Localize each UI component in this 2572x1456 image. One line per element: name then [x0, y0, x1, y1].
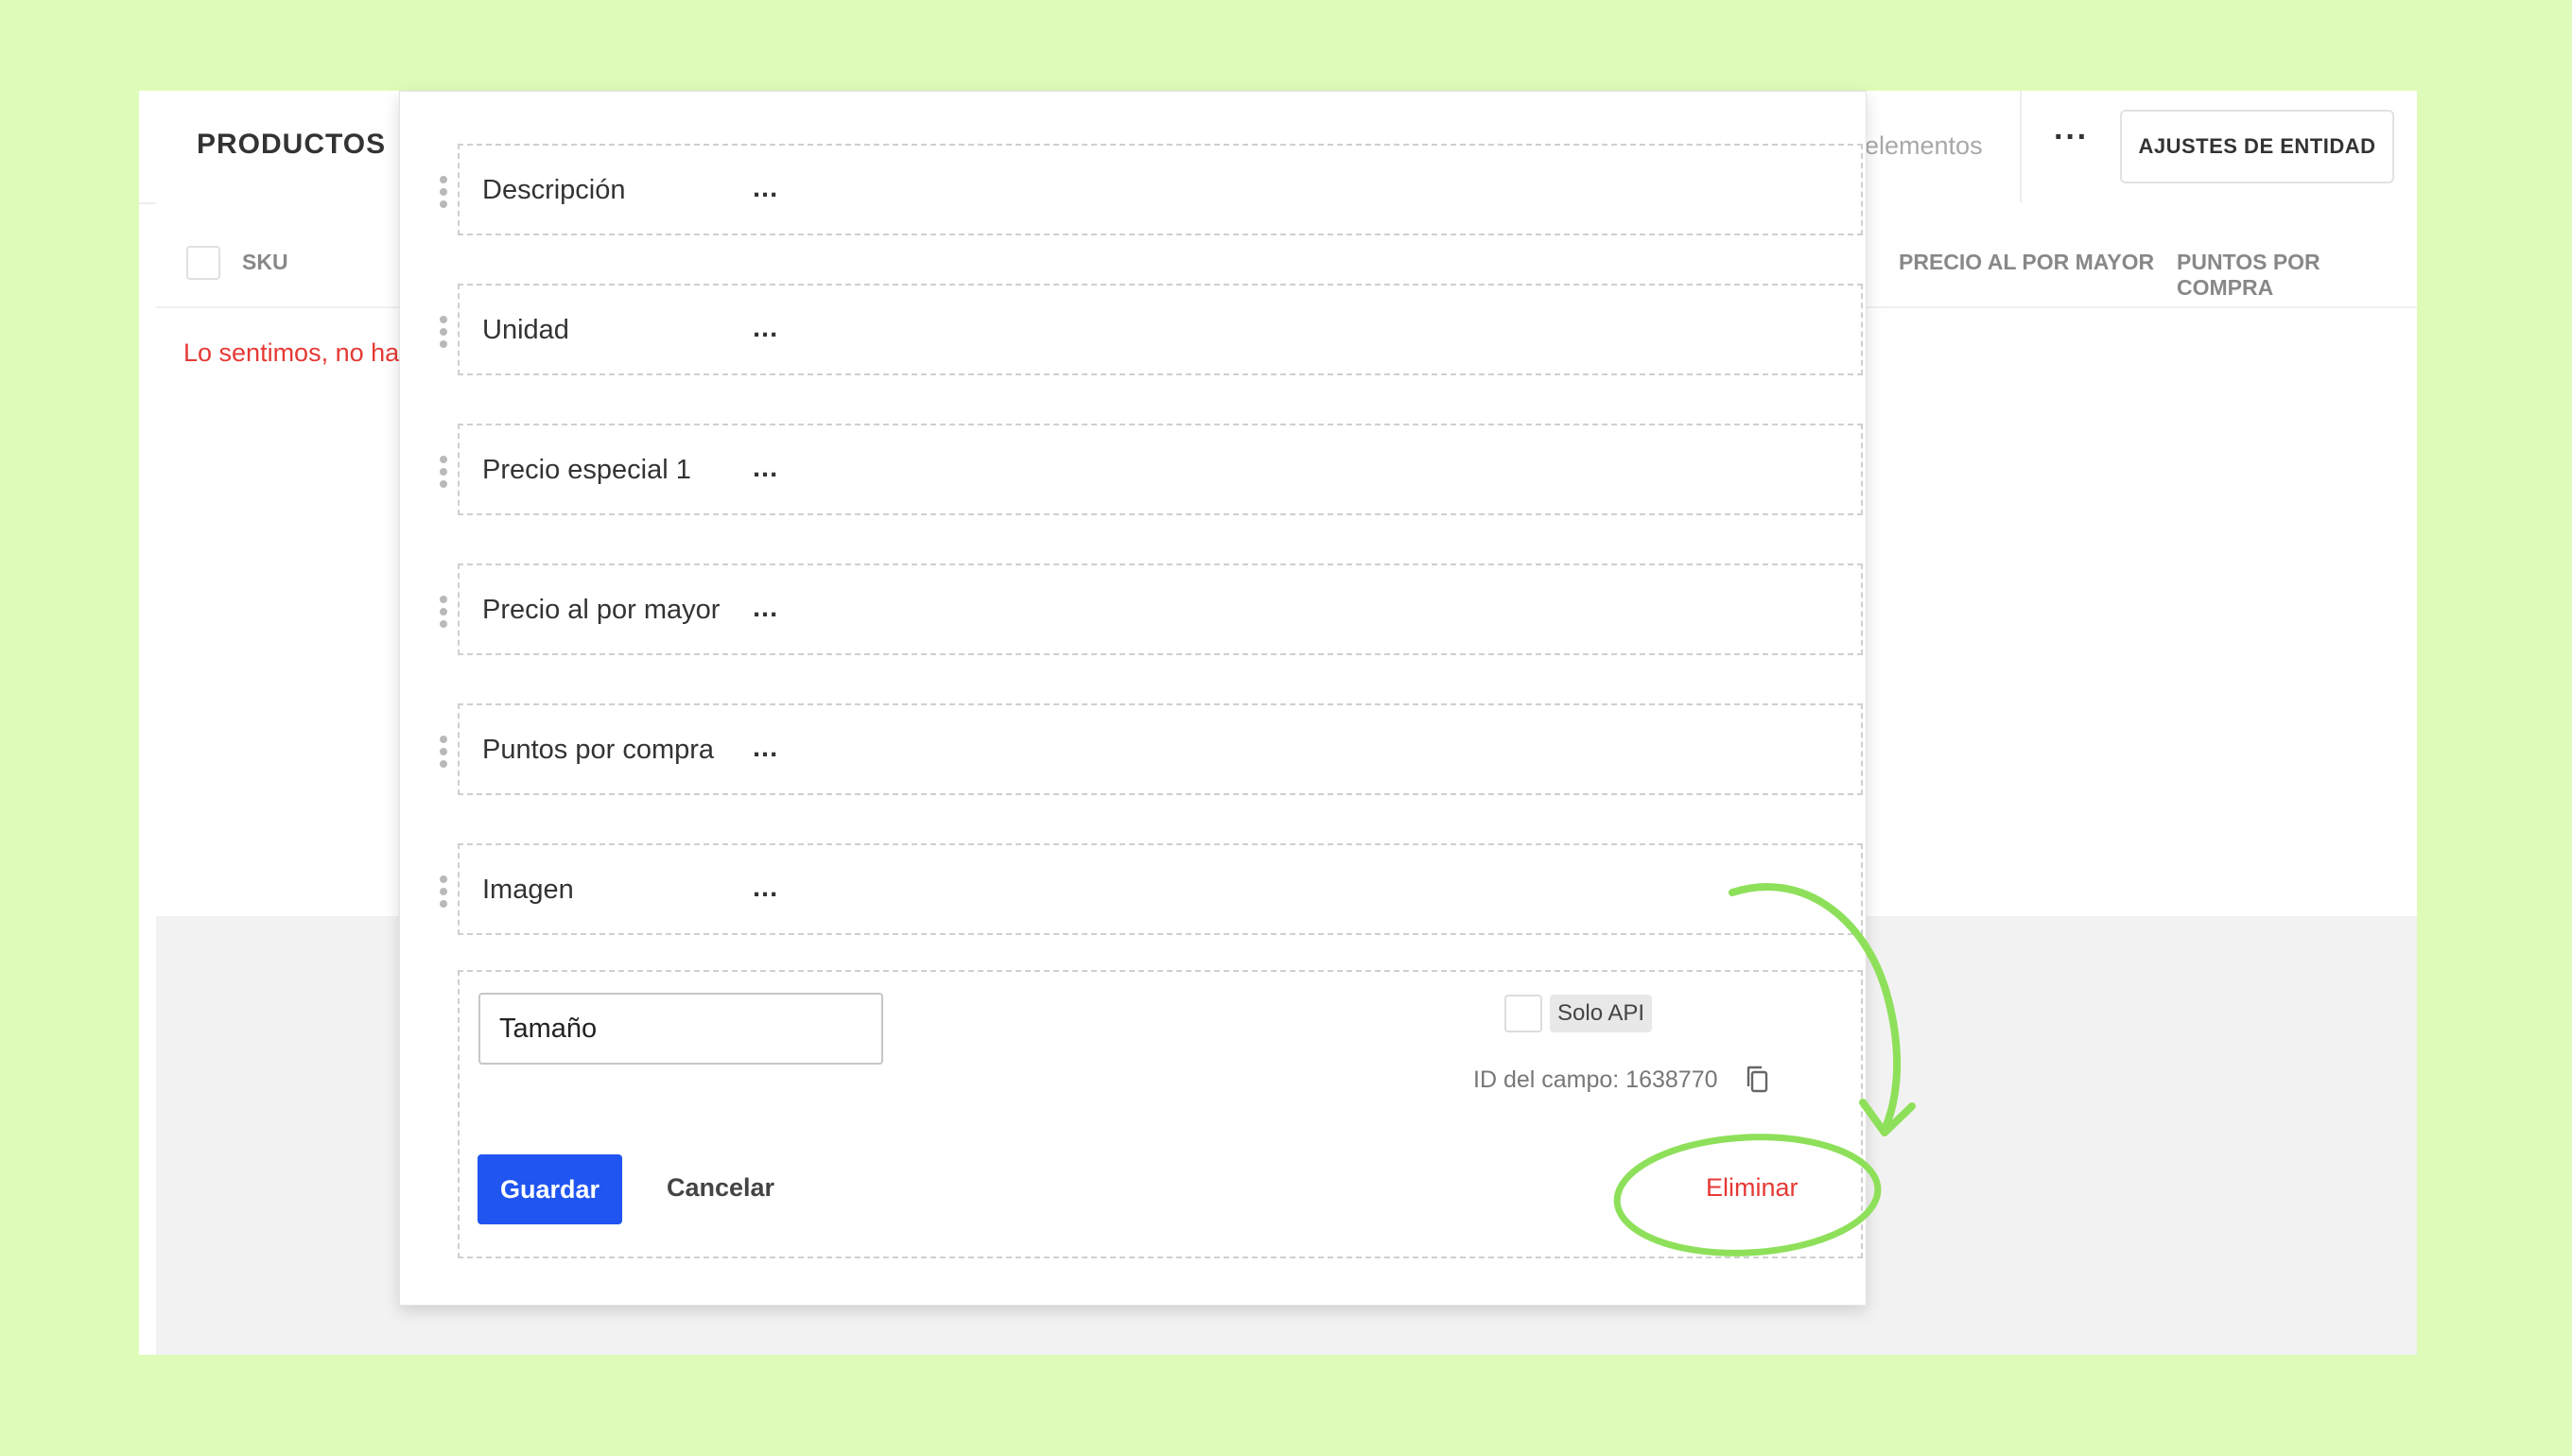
drag-handle-icon[interactable] — [440, 456, 449, 488]
field-name: Descripción — [482, 175, 626, 205]
drag-handle-icon[interactable] — [440, 316, 449, 348]
page-title: PRODUCTOS — [197, 129, 387, 160]
entity-settings-button[interactable]: AJUSTES DE ENTIDAD — [2120, 110, 2394, 183]
empty-list-message: Lo sentimos, no ha — [183, 338, 400, 367]
field-options[interactable]: ... — [753, 733, 778, 764]
drag-handle-icon[interactable] — [440, 736, 449, 768]
drag-handle-icon[interactable] — [440, 176, 449, 208]
column-header-sku[interactable]: SKU — [242, 250, 288, 275]
field-row[interactable]: Descripción ... — [440, 144, 1863, 235]
copy-icon[interactable] — [1744, 1065, 1772, 1095]
field-row[interactable]: Unidad ... — [440, 284, 1863, 375]
field-options[interactable]: ... — [753, 453, 778, 484]
field-edit-form: Solo API ID del campo: 1638770 Guardar C… — [458, 970, 1863, 1258]
drag-handle-icon[interactable] — [440, 596, 449, 628]
field-name: Unidad — [482, 315, 569, 345]
field-name-input[interactable] — [478, 993, 883, 1065]
save-button[interactable]: Guardar — [478, 1154, 622, 1224]
cancel-button[interactable]: Cancelar — [667, 1173, 774, 1203]
field-options[interactable]: ... — [753, 173, 778, 204]
column-header-wholesale-price[interactable]: PRECIO AL POR MAYOR — [1899, 250, 2154, 275]
column-header-purchase-points[interactable]: PUNTOS POR COMPRA — [2177, 250, 2417, 301]
field-id-text: ID del campo: 1638770 — [1473, 1066, 1718, 1093]
fields-modal: Descripción ... Unidad ... Precio especi… — [399, 91, 1867, 1306]
field-name: Precio al por mayor — [482, 595, 721, 625]
field-row[interactable]: Precio especial 1 ... — [440, 424, 1863, 515]
field-name: Imagen — [482, 875, 574, 905]
drag-handle-icon[interactable] — [440, 875, 449, 908]
more-options-button[interactable]: ··· — [2054, 119, 2089, 156]
field-options[interactable]: ... — [753, 313, 778, 344]
top-divider — [2020, 91, 2022, 202]
field-row[interactable]: Precio al por mayor ... — [440, 563, 1863, 655]
field-row[interactable]: Puntos por compra ... — [440, 703, 1863, 795]
items-count-label: elementos — [1865, 131, 1983, 160]
select-all-checkbox[interactable] — [186, 246, 220, 280]
api-only-label[interactable]: Solo API — [1550, 995, 1653, 1032]
field-row[interactable]: Imagen ... — [440, 843, 1863, 935]
delete-button[interactable]: Eliminar — [1706, 1173, 1799, 1203]
field-name: Puntos por compra — [482, 735, 715, 765]
field-options[interactable]: ... — [753, 873, 778, 904]
field-name: Precio especial 1 — [482, 455, 691, 485]
field-options[interactable]: ... — [753, 593, 778, 624]
api-only-checkbox[interactable] — [1504, 995, 1542, 1032]
